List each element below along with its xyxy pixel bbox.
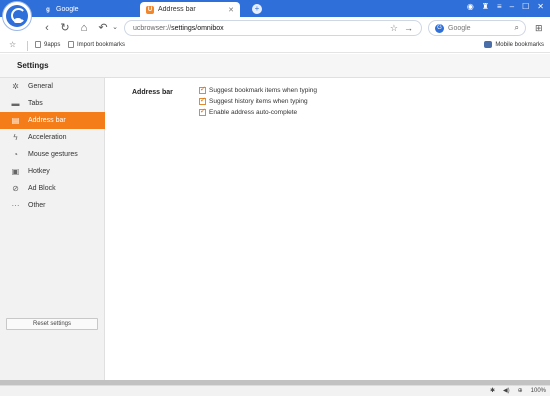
keyboard-icon: ▣ xyxy=(11,167,20,176)
reset-settings-button[interactable]: Reset settings xyxy=(6,318,98,330)
shirt-icon[interactable]: ♜ xyxy=(482,2,489,11)
close-icon[interactable]: ✕ xyxy=(228,6,234,14)
go-arrow-icon[interactable]: → xyxy=(404,23,413,33)
title-bar: g Google U Address bar ✕ + ◉ ♜ ≡ – ☐ ✕ xyxy=(0,0,550,17)
search-icon[interactable]: ⌕ xyxy=(515,23,519,33)
import-bookmarks-link[interactable]: Import bookmarks xyxy=(68,41,125,48)
mobile-bookmarks-link[interactable]: Mobile bookmarks xyxy=(484,41,544,48)
import-icon xyxy=(68,41,74,48)
suggest-bookmarks-checkbox[interactable] xyxy=(199,85,206,94)
back-button[interactable]: ‹ xyxy=(40,21,54,35)
sidebar-item-hotkey[interactable]: ▣ Hotkey xyxy=(0,163,105,180)
page-icon xyxy=(35,41,41,48)
sidebar-item-label: Ad Block xyxy=(28,185,56,192)
close-window-button[interactable]: ✕ xyxy=(537,2,544,11)
option-label: Enable address auto-complete xyxy=(209,109,298,116)
sidebar-item-ad-block[interactable]: ⊘ Ad Block xyxy=(0,180,105,197)
chevron-down-icon[interactable]: ⌄ xyxy=(108,21,122,35)
sidebar-item-acceleration[interactable]: ϟ Acceleration xyxy=(0,129,105,146)
sidebar-item-tabs[interactable]: ▬ Tabs xyxy=(0,95,105,112)
suggest-bookmarks-option[interactable]: Suggest bookmark items when typing xyxy=(199,85,318,94)
bookmark-9apps[interactable]: 9apps xyxy=(35,41,60,48)
section-label: Address bar xyxy=(132,89,173,96)
mobile-icon xyxy=(484,41,493,48)
lightning-icon: ϟ xyxy=(13,133,18,142)
maximize-button[interactable]: ☐ xyxy=(522,2,529,11)
reload-button[interactable]: ↻ xyxy=(58,21,72,35)
home-button[interactable]: ⌂ xyxy=(77,21,91,35)
address-bar-icon: ▤ xyxy=(11,116,20,125)
uc-icon: U xyxy=(146,5,154,14)
sidebar-item-label: Address bar xyxy=(28,117,66,124)
search-placeholder: Google xyxy=(448,24,471,32)
sidebar-item-label: Hotkey xyxy=(28,168,50,175)
bug-icon[interactable]: ✱ xyxy=(490,387,495,394)
bookmarks-bar: ☆ 9apps Import bookmarks Mobile bookmark… xyxy=(0,39,550,53)
page-title: Settings xyxy=(17,61,49,70)
settings-header: Settings xyxy=(0,54,550,78)
window-controls: ◉ ♜ ≡ – ☐ ✕ xyxy=(467,2,544,11)
volume-icon[interactable]: ◀) xyxy=(503,387,510,394)
url-text[interactable]: ucbrowser://settings/omnibox xyxy=(133,25,390,32)
navigation-bar: ‹ ↻ ⌂ ↶ ⌄ ucbrowser://settings/omnibox ☆… xyxy=(0,17,550,39)
divider xyxy=(27,41,28,51)
sidebar-item-general[interactable]: ✲ General xyxy=(0,78,105,95)
settings-content: Address bar Suggest bookmark items when … xyxy=(106,78,550,380)
bookmark-label: Mobile bookmarks xyxy=(495,41,544,48)
sidebar-item-label: Acceleration xyxy=(28,134,67,141)
gear-icon: ✲ xyxy=(12,82,19,91)
apps-grid-icon[interactable]: ⊞ xyxy=(535,23,543,34)
settings-sidebar: ✲ General ▬ Tabs ▤ Address bar ϟ Acceler… xyxy=(0,78,105,380)
tab-label: Address bar xyxy=(158,6,196,13)
auto-complete-option[interactable]: Enable address auto-complete xyxy=(199,107,298,116)
sidebar-item-label: Other xyxy=(28,202,46,209)
zoom-icon[interactable]: ⊕ xyxy=(518,387,523,394)
bookmark-star-icon[interactable]: ☆ xyxy=(9,40,16,49)
sidebar-item-mouse-gestures[interactable]: ◔ Mouse gestures xyxy=(0,146,105,163)
menu-icon[interactable]: ≡ xyxy=(497,2,502,11)
new-tab-button[interactable]: + xyxy=(252,4,262,14)
address-bar[interactable]: ucbrowser://settings/omnibox ☆ → xyxy=(124,20,422,36)
minimize-button[interactable]: – xyxy=(510,2,514,11)
eye-icon[interactable]: ◉ xyxy=(467,2,474,11)
star-icon[interactable]: ☆ xyxy=(390,23,398,34)
option-label: Suggest history items when typing xyxy=(209,98,308,105)
suggest-history-checkbox[interactable] xyxy=(199,96,206,105)
zoom-level[interactable]: 100% xyxy=(531,388,546,394)
tab-google[interactable]: g Google xyxy=(38,2,141,17)
sidebar-item-address-bar[interactable]: ▤ Address bar xyxy=(0,112,105,129)
status-bar: ✱ ◀) ⊕ 100% xyxy=(0,385,550,396)
auto-complete-checkbox[interactable] xyxy=(199,107,206,116)
sidebar-item-label: General xyxy=(28,83,53,90)
bookmark-label: 9apps xyxy=(44,41,61,48)
block-icon: ⊘ xyxy=(12,184,19,193)
tab-address-bar[interactable]: U Address bar ✕ xyxy=(140,2,240,17)
tab-label: Google xyxy=(56,6,79,13)
sidebar-item-label: Tabs xyxy=(28,100,43,107)
bookmark-label: Import bookmarks xyxy=(77,41,126,48)
google-icon: g xyxy=(46,6,50,13)
sidebar-item-label: Mouse gestures xyxy=(28,151,78,158)
uc-browser-logo[interactable] xyxy=(2,1,32,31)
suggest-history-option[interactable]: Suggest history items when typing xyxy=(199,96,308,105)
option-label: Suggest bookmark items when typing xyxy=(209,87,318,94)
search-engine-icon[interactable]: G xyxy=(435,23,444,33)
more-icon: ··· xyxy=(11,201,20,210)
search-box[interactable]: G Google ⌕ xyxy=(428,20,526,36)
sidebar-item-other[interactable]: ··· Other xyxy=(0,197,105,214)
mouse-gesture-icon: ◔ xyxy=(13,150,18,159)
tabs-icon: ▬ xyxy=(11,99,20,108)
